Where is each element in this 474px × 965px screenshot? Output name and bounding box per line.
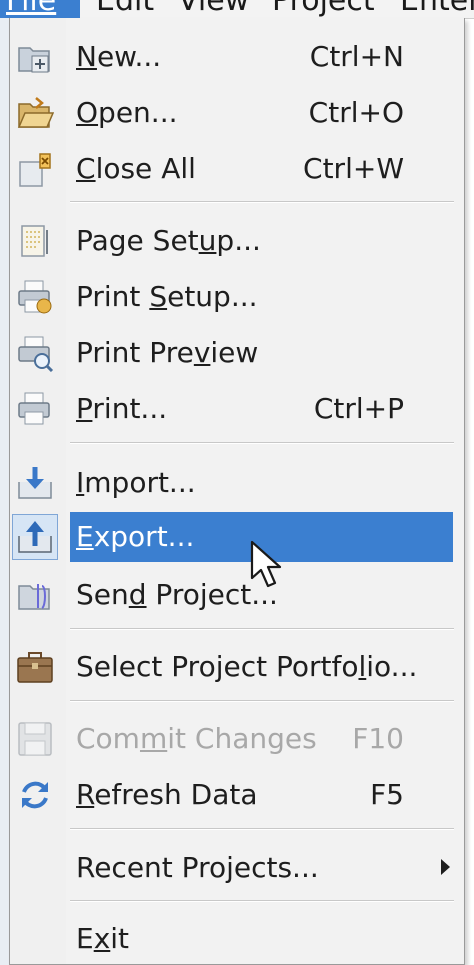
mnemonic: N [76,40,97,73]
mnemonic: E [76,520,94,553]
menu-label: Sen [76,578,129,611]
menu-item-exit[interactable]: Exit [10,914,464,964]
shortcut-label: F10 [352,722,404,755]
save-disk-icon [16,720,54,758]
menu-label: Print [76,280,150,313]
shortcut-label: Ctrl+W [303,152,404,185]
menu-item-recent-projects[interactable]: Recent Projects... [10,843,464,893]
menu-label: xport... [93,520,195,553]
menu-label: mport... [84,466,196,499]
mnemonic: m [139,722,168,755]
menu-item-print-preview[interactable]: Print Preview [10,328,464,378]
refresh-icon [16,776,54,814]
menu-item-import[interactable]: Import... [10,458,464,508]
menu-separator [70,628,454,630]
new-project-icon [16,38,54,76]
printer-icon [16,390,54,428]
menubar-edit[interactable]: Edit [96,0,154,18]
shortcut-label: Ctrl+N [309,40,404,73]
menubar-enter[interactable]: Enter [400,0,474,18]
menu-item-commit-changes[interactable]: Commit Changes F10 [10,714,464,764]
close-document-icon [16,150,54,188]
menu-label: Print Pre [76,336,194,369]
menu-label: Select Project Portfo [76,650,359,683]
send-project-icon [16,576,54,614]
menu-item-select-portfolio[interactable]: Select Project Portfolio... [10,642,464,692]
mnemonic: u [198,224,217,257]
page-setup-icon [16,222,54,260]
file-menu: New... Ctrl+N Open... Ctrl+O Close All C… [9,18,465,965]
menu-item-open[interactable]: Open... Ctrl+O [10,88,464,138]
print-preview-icon [16,334,54,372]
menu-label: Com [76,722,140,755]
open-folder-icon [16,94,54,132]
menubar-view[interactable]: View [178,0,249,18]
shortcut-label: F5 [370,778,404,811]
menu-item-print[interactable]: Print... Ctrl+P [10,384,464,434]
screen: File Edit View Project Enter New... Ctrl… [0,0,474,965]
mnemonic: R [76,778,95,811]
mnemonic: v [193,336,211,369]
menu-separator [70,700,454,702]
menu-label-end: it [110,922,130,955]
mnemonic: O [76,96,99,129]
menu-label: pen... [98,96,178,129]
shortcut-label: Ctrl+O [308,96,404,129]
menu-item-refresh-data[interactable]: Refresh Data F5 [10,770,464,820]
menu-label-end: p... [216,224,261,257]
mnemonic: S [149,280,168,313]
mouse-pointer-icon [250,540,284,590]
menu-label: lose All [95,152,196,185]
mnemonic: C [76,152,96,185]
menubar-project[interactable]: Project [272,0,375,18]
menu-label-end: it Changes [167,722,317,755]
shortcut-label: Ctrl+P [313,392,404,425]
menubar-file[interactable]: File [0,0,80,18]
print-setup-icon [16,278,54,316]
export-icon [16,518,54,556]
menu-item-send-project[interactable]: Send Project... [10,570,464,620]
menu-separator [70,828,454,830]
mnemonic: d [128,578,147,611]
menubar: File Edit View Project Enter [0,0,474,19]
import-icon [16,464,54,502]
menu-separator [70,442,454,444]
menu-separator [70,201,454,203]
menu-separator [70,900,454,902]
briefcase-icon [16,648,54,686]
menu-item-export[interactable]: Export... [10,512,464,562]
menu-label: ew... [96,40,162,73]
menu-item-new[interactable]: New... Ctrl+N [10,32,464,82]
menu-label-end: io... [366,650,418,683]
menu-label: Recent Projects... [76,851,319,884]
menu-label-end: etup... [167,280,258,313]
menu-label: efresh Data [94,778,258,811]
submenu-arrow-icon [441,859,450,875]
menu-item-close-all[interactable]: Close All Ctrl+W [10,144,464,194]
menu-item-print-setup[interactable]: Print Setup... [10,272,464,322]
mnemonic: x [93,922,111,955]
menu-label-end: iew [210,336,259,369]
menu-label: Page Set [76,224,199,257]
menu-label: E [76,922,94,955]
menu-label: rint... [92,392,168,425]
mnemonic: P [76,392,93,425]
menu-item-page-setup[interactable]: Page Setup... [10,216,464,266]
